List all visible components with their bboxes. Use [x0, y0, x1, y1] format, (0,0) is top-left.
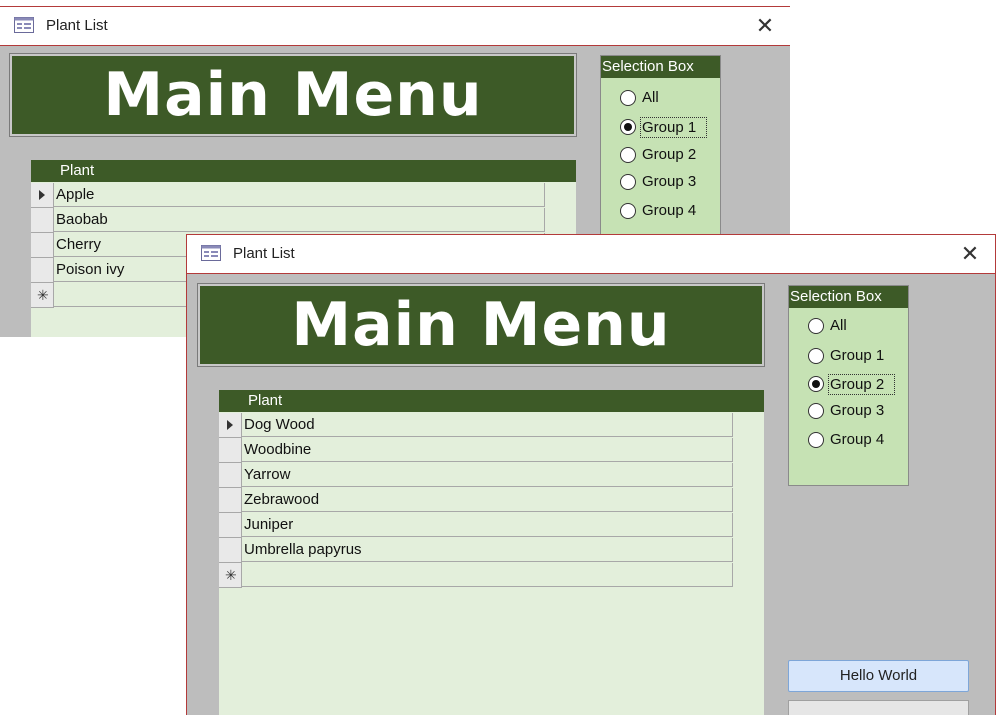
partial-control[interactable]: [788, 700, 969, 715]
record-selector[interactable]: [219, 463, 242, 488]
table-row[interactable]: Apple: [31, 183, 546, 208]
record-selector[interactable]: ✳: [31, 283, 54, 308]
plant-cell[interactable]: Yarrow: [242, 463, 733, 487]
record-selector[interactable]: ✳: [219, 563, 242, 588]
plant-list-window-front: Plant List ✕ Main Menu Plant Dog Wood Wo…: [186, 234, 996, 715]
selection-box-title: Selection Box: [601, 56, 720, 78]
plant-cell[interactable]: Dog Wood: [242, 413, 733, 437]
window-title: Plant List: [46, 17, 108, 34]
plant-cell-new[interactable]: [242, 563, 733, 587]
radio-button[interactable]: [808, 403, 824, 419]
record-selector[interactable]: [31, 183, 54, 208]
plant-cell[interactable]: Baobab: [54, 208, 545, 232]
radio-button[interactable]: [620, 174, 636, 190]
plant-subform: Plant Dog Wood Woodbine Yarrow Zebrawood…: [219, 390, 764, 715]
title-bar: Plant List ✕: [187, 235, 995, 274]
radio-button[interactable]: [620, 90, 636, 106]
plant-column-header[interactable]: Plant: [31, 160, 576, 182]
new-record-star-icon: ✳: [225, 567, 237, 583]
plant-cell[interactable]: Umbrella papyrus: [242, 538, 733, 562]
table-row[interactable]: Yarrow: [219, 463, 734, 488]
plant-cell[interactable]: Zebrawood: [242, 488, 733, 512]
form-icon: [14, 17, 34, 33]
selection-box: Selection Box All Group 1 Group 2 Group …: [600, 55, 721, 257]
selection-box-title: Selection Box: [789, 286, 908, 308]
new-record-star-icon: ✳: [37, 287, 49, 303]
selection-box: Selection Box All Group 1 Group 2 Group …: [788, 285, 909, 486]
record-selector[interactable]: [219, 438, 242, 463]
plant-column-header[interactable]: Plant: [219, 390, 764, 412]
form-body: Main Menu Plant Dog Wood Woodbine Yarrow…: [187, 274, 995, 715]
form-icon: [201, 245, 221, 261]
record-selector[interactable]: [219, 538, 242, 563]
radio-button[interactable]: [620, 119, 636, 135]
record-selector[interactable]: [31, 233, 54, 258]
table-row[interactable]: Dog Wood: [219, 413, 734, 438]
record-selector[interactable]: [219, 513, 242, 538]
record-selector[interactable]: [31, 258, 54, 283]
hello-world-button[interactable]: Hello World: [788, 660, 969, 692]
plant-cell[interactable]: Apple: [54, 183, 545, 207]
radio-button[interactable]: [808, 432, 824, 448]
plant-cell[interactable]: Woodbine: [242, 438, 733, 462]
table-row[interactable]: Zebrawood: [219, 488, 734, 513]
radio-button[interactable]: [808, 318, 824, 334]
table-row[interactable]: Umbrella papyrus: [219, 538, 734, 563]
record-selector-arrow-icon: [227, 420, 233, 430]
record-selector-arrow-icon: [39, 190, 45, 200]
new-record-row[interactable]: ✳: [219, 563, 734, 588]
close-icon[interactable]: ✕: [750, 11, 780, 41]
record-selector[interactable]: [219, 413, 242, 438]
main-menu-header: Main Menu: [197, 283, 765, 367]
radio-button[interactable]: [620, 203, 636, 219]
table-row[interactable]: Baobab: [31, 208, 546, 233]
title-bar: Plant List ✕: [0, 7, 790, 46]
main-menu-header: Main Menu: [9, 53, 577, 137]
radio-button[interactable]: [808, 348, 824, 364]
radio-button[interactable]: [808, 376, 824, 392]
table-row[interactable]: Juniper: [219, 513, 734, 538]
record-selector[interactable]: [219, 488, 242, 513]
plant-cell[interactable]: Juniper: [242, 513, 733, 537]
radio-button[interactable]: [620, 147, 636, 163]
record-selector[interactable]: [31, 208, 54, 233]
table-row[interactable]: Woodbine: [219, 438, 734, 463]
window-title: Plant List: [233, 245, 295, 262]
close-icon[interactable]: ✕: [955, 239, 985, 269]
